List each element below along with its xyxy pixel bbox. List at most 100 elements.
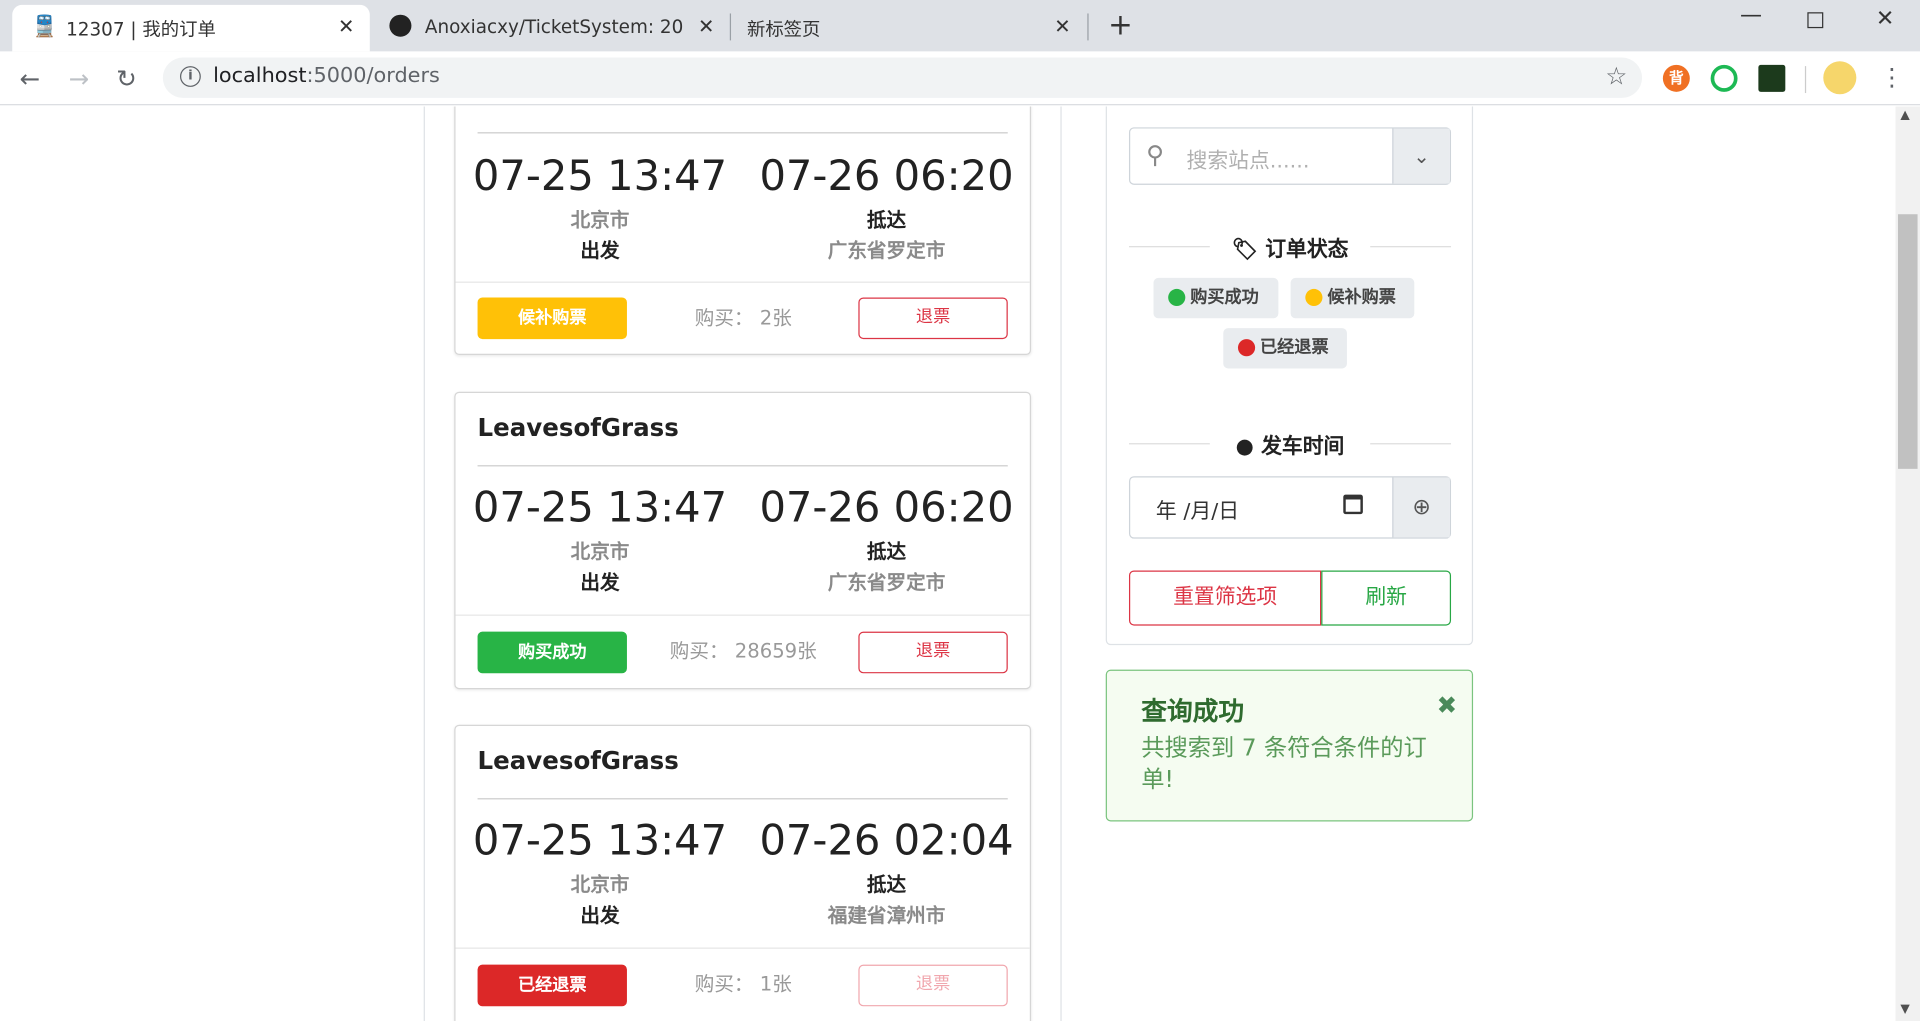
search-icon: ⚲ <box>1146 139 1165 169</box>
plus-circle-icon[interactable]: ⊕ <box>1392 477 1450 538</box>
bookmark-star-icon[interactable]: ☆ <box>1605 61 1627 90</box>
chip-label: 已经退票 <box>1260 337 1329 358</box>
url-text: localhost:5000/orders <box>213 64 440 88</box>
refund-button[interactable]: 退票 <box>858 631 1008 674</box>
time-section-header: ● 发车时间 <box>1128 428 1452 459</box>
close-window-icon[interactable]: ✕ <box>1876 6 1894 32</box>
chip-label: 候补购票 <box>1327 287 1396 308</box>
back-icon[interactable]: ← <box>20 64 41 93</box>
tab-title: 12307 | 我的订单 <box>66 18 216 41</box>
minimize-icon[interactable]: — <box>1740 2 1762 28</box>
github-icon <box>389 14 412 37</box>
url-host: localhost <box>213 63 307 89</box>
site-info-icon[interactable]: i <box>180 66 201 87</box>
depart-label: 出发 <box>580 570 620 594</box>
status-dot <box>1305 288 1323 307</box>
status-badge: 购买成功 <box>477 631 627 674</box>
train-name: LeavesofGrass <box>477 745 679 775</box>
browser-toolbar: ← → ↻ i localhost:5000/orders ☆ 背 ⋮ <box>0 51 1920 106</box>
arrive-label: 抵达 <box>866 208 907 232</box>
chip-refunded[interactable]: 已经退票 <box>1223 328 1347 369</box>
tab-github[interactable]: Anoxiacxy/TicketSystem: 2020 ✕ <box>375 5 730 52</box>
status-dot <box>1168 288 1186 307</box>
close-tab-icon[interactable]: ✕ <box>1054 15 1070 38</box>
card-footer-divider <box>455 947 1030 949</box>
alert-title: 查询成功 <box>1141 696 1245 726</box>
order-card: LeavesofGrass 07-25 13:47 07-26 06:20 北京… <box>454 391 1032 690</box>
refresh-button[interactable]: 刷新 <box>1321 570 1452 626</box>
order-card: 07-25 13:47 07-26 06:20 北京市 抵达 出发 广东省罗定市… <box>454 106 1032 356</box>
tab-title: Anoxiacxy/TicketSystem: 2020 <box>424 15 685 38</box>
filter-panel: ⚲ 搜索站点...... ⌄ 🏷 订单状态 购买成功 候补购票 已经退票 ● 发… <box>1105 106 1474 646</box>
card-footer-divider <box>455 281 1030 283</box>
time-title-wrap: ● 发车时间 <box>1129 428 1451 459</box>
arrive-label: 抵达 <box>866 872 907 897</box>
station-search[interactable]: ⚲ 搜索站点...... ⌄ <box>1128 127 1452 185</box>
status-badge: 候补购票 <box>477 297 627 340</box>
scroll-up-icon[interactable]: ▲ <box>1900 109 1909 122</box>
departure-date-input[interactable]: 年 /月/日 ⊕ <box>1128 476 1452 539</box>
buy-count: 购买： 1张 <box>694 972 792 996</box>
alert-message: 共搜索到 7 条符合条件的订单! <box>1141 734 1427 794</box>
to-city: 福建省漳州市 <box>827 903 946 927</box>
extension-sync-icon[interactable] <box>1710 64 1738 92</box>
reload-icon[interactable]: ↻ <box>116 64 137 93</box>
extension-bei-icon[interactable]: 背 <box>1662 64 1690 92</box>
search-input[interactable]: 搜索站点...... <box>1187 143 1310 173</box>
close-icon[interactable]: ✖ <box>1437 690 1458 719</box>
card-divider <box>477 465 1008 467</box>
card-divider <box>477 798 1008 800</box>
forward-icon[interactable]: → <box>69 64 90 93</box>
page-content: 07-25 13:47 07-26 06:20 北京市 抵达 出发 广东省罗定市… <box>0 106 1896 1021</box>
train-name: LeavesofGrass <box>477 412 679 442</box>
address-bar[interactable]: i localhost:5000/orders ☆ <box>162 57 1643 98</box>
chip-waitlist[interactable]: 候补购票 <box>1290 277 1415 319</box>
status-badge: 已经退票 <box>477 964 627 1007</box>
vertical-scrollbar[interactable]: ▲ ▼ <box>1895 106 1920 1021</box>
close-tab-icon[interactable]: ✕ <box>698 15 714 38</box>
date-value: 年 /月/日 <box>1155 499 1240 524</box>
status-dot <box>1237 339 1256 357</box>
arrive-label: 抵达 <box>866 539 907 564</box>
status-title-wrap: 🏷 订单状态 <box>1129 231 1451 262</box>
depart-label: 出发 <box>580 238 620 262</box>
from-city: 北京市 <box>570 872 630 897</box>
time-title: 发车时间 <box>1261 434 1345 460</box>
from-city: 北京市 <box>570 208 630 232</box>
profile-avatar[interactable] <box>1823 61 1857 95</box>
depart-time: 07-25 13:47 <box>472 151 728 201</box>
browser-tab-bar: 🚆 12307 | 我的订单 ✕ Anoxiacxy/TicketSystem:… <box>0 0 1920 52</box>
reset-filters-button[interactable]: 重置筛选项 <box>1128 570 1322 626</box>
buy-count: 购买： 2张 <box>694 306 792 330</box>
clock-icon: ● <box>1235 434 1254 460</box>
to-city: 广东省罗定市 <box>827 570 946 594</box>
tab-orders[interactable]: 🚆 12307 | 我的订单 ✕ <box>12 4 370 52</box>
toolbar-divider <box>1804 66 1807 94</box>
calendar-icon[interactable] <box>1343 494 1363 515</box>
scroll-down-icon[interactable]: ▼ <box>1900 1003 1909 1016</box>
tab-title: 新标签页 <box>746 18 821 41</box>
refund-button[interactable]: 退票 <box>858 297 1008 340</box>
scrollbar-thumb[interactable] <box>1897 214 1918 469</box>
chevron-down-icon[interactable]: ⌄ <box>1392 128 1450 184</box>
card-footer-divider <box>455 614 1030 616</box>
chip-label: 购买成功 <box>1190 287 1259 308</box>
arrive-time: 07-26 02:04 <box>759 816 1014 866</box>
menu-icon[interactable]: ⋮ <box>1880 62 1904 91</box>
order-card: LeavesofGrass 07-25 13:47 07-26 02:04 北京… <box>454 724 1032 1021</box>
train-icon: 🚆 <box>31 14 58 40</box>
status-title: 订单状态 <box>1265 237 1349 262</box>
depart-time: 07-25 13:47 <box>472 816 728 866</box>
tab-separator <box>1087 13 1089 41</box>
tab-newtab[interactable]: 新标签页 ✕ <box>731 5 1086 52</box>
arrive-time: 07-26 06:20 <box>759 483 1014 533</box>
card-divider <box>477 132 1008 134</box>
tags-icon: 🏷 <box>1231 237 1258 262</box>
chip-success[interactable]: 购买成功 <box>1153 277 1279 319</box>
extension-terminal-icon[interactable] <box>1758 64 1786 92</box>
arrive-time: 07-26 06:20 <box>759 151 1014 201</box>
depart-label: 出发 <box>580 903 620 927</box>
close-tab-icon[interactable]: ✕ <box>338 15 354 38</box>
restore-icon[interactable] <box>1807 12 1824 29</box>
new-tab-icon[interactable]: + <box>1108 7 1133 41</box>
